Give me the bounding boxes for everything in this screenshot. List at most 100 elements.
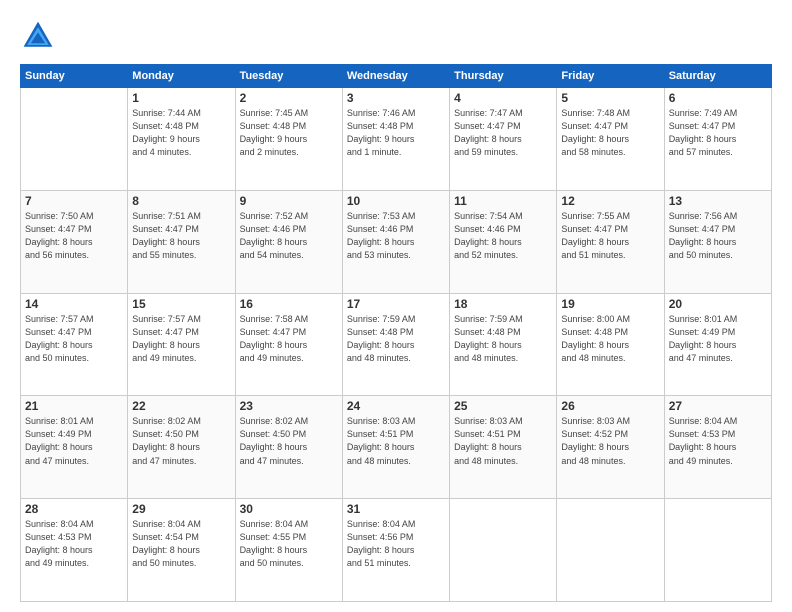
- day-number: 12: [561, 194, 659, 208]
- calendar-cell: 14Sunrise: 7:57 AMSunset: 4:47 PMDayligh…: [21, 293, 128, 396]
- week-row-2: 7 Sunrise: 7:50 AMSunset: 4:47 PMDaylight…: [21, 190, 772, 293]
- calendar-cell: 5 Sunrise: 7:48 AMSunset: 4:47 PMDaylight…: [557, 88, 664, 191]
- day-info: Sunrise: 7:57 AMSunset: 4:47 PMDaylight:…: [132, 313, 230, 365]
- day-info: Sunrise: 8:04 AMSunset: 4:53 PMDaylight:…: [669, 415, 767, 467]
- week-row-4: 21Sunrise: 8:01 AMSunset: 4:49 PMDayligh…: [21, 396, 772, 499]
- calendar-cell: 23 Sunrise: 8:02 AMSunset: 4:50 PMDayligh…: [235, 396, 342, 499]
- day-info: Sunrise: 7:51 AMSunset: 4:47 PMDaylight:…: [132, 210, 230, 262]
- calendar-cell: 26 Sunrise: 8:03 AMSunset: 4:52 PMDayligh…: [557, 396, 664, 499]
- header: [20, 18, 772, 54]
- calendar-cell: 22Sunrise: 8:02 AMSunset: 4:50 PMDayligh…: [128, 396, 235, 499]
- calendar-table: SundayMondayTuesdayWednesdayThursdayFrid…: [20, 64, 772, 602]
- weekday-thursday: Thursday: [450, 65, 557, 88]
- day-info: Sunrise: 7:46 AMSunset: 4:48 PMDaylight:…: [347, 107, 445, 159]
- day-info: Sunrise: 8:02 AMSunset: 4:50 PMDaylight:…: [240, 415, 338, 467]
- calendar-cell: 19 Sunrise: 8:00 AMSunset: 4:48 PMDayligh…: [557, 293, 664, 396]
- day-info: Sunrise: 7:50 AMSunset: 4:47 PMDaylight:…: [25, 210, 123, 262]
- weekday-monday: Monday: [128, 65, 235, 88]
- calendar-cell: [664, 499, 771, 602]
- day-number: 26: [561, 399, 659, 413]
- day-number: 31: [347, 502, 445, 516]
- day-info: Sunrise: 7:54 AMSunset: 4:46 PMDaylight:…: [454, 210, 552, 262]
- day-info: Sunrise: 7:55 AMSunset: 4:47 PMDaylight:…: [561, 210, 659, 262]
- day-number: 14: [25, 297, 123, 311]
- calendar-cell: 28 Sunrise: 8:04 AMSunset: 4:53 PMDayligh…: [21, 499, 128, 602]
- calendar-cell: 3 Sunrise: 7:46 AMSunset: 4:48 PMDaylight…: [342, 88, 449, 191]
- day-info: Sunrise: 7:48 AMSunset: 4:47 PMDaylight:…: [561, 107, 659, 159]
- day-number: 2: [240, 91, 338, 105]
- day-number: 17: [347, 297, 445, 311]
- day-info: Sunrise: 8:01 AMSunset: 4:49 PMDaylight:…: [669, 313, 767, 365]
- day-info: Sunrise: 8:03 AMSunset: 4:51 PMDaylight:…: [347, 415, 445, 467]
- calendar-cell: 7 Sunrise: 7:50 AMSunset: 4:47 PMDaylight…: [21, 190, 128, 293]
- calendar-cell: 9 Sunrise: 7:52 AMSunset: 4:46 PMDaylight…: [235, 190, 342, 293]
- day-number: 3: [347, 91, 445, 105]
- day-number: 7: [25, 194, 123, 208]
- calendar-cell: 6 Sunrise: 7:49 AMSunset: 4:47 PMDaylight…: [664, 88, 771, 191]
- week-row-5: 28 Sunrise: 8:04 AMSunset: 4:53 PMDayligh…: [21, 499, 772, 602]
- day-info: Sunrise: 7:47 AMSunset: 4:47 PMDaylight:…: [454, 107, 552, 159]
- calendar-cell: 17 Sunrise: 7:59 AMSunset: 4:48 PMDayligh…: [342, 293, 449, 396]
- calendar-cell: 29Sunrise: 8:04 AMSunset: 4:54 PMDayligh…: [128, 499, 235, 602]
- calendar-cell: [450, 499, 557, 602]
- day-info: Sunrise: 7:58 AMSunset: 4:47 PMDaylight:…: [240, 313, 338, 365]
- day-info: Sunrise: 8:03 AMSunset: 4:51 PMDaylight:…: [454, 415, 552, 467]
- calendar-cell: 11Sunrise: 7:54 AMSunset: 4:46 PMDayligh…: [450, 190, 557, 293]
- calendar-cell: 12 Sunrise: 7:55 AMSunset: 4:47 PMDayligh…: [557, 190, 664, 293]
- day-number: 9: [240, 194, 338, 208]
- day-info: Sunrise: 8:00 AMSunset: 4:48 PMDaylight:…: [561, 313, 659, 365]
- day-info: Sunrise: 8:04 AMSunset: 4:54 PMDaylight:…: [132, 518, 230, 570]
- day-number: 13: [669, 194, 767, 208]
- calendar-cell: 4 Sunrise: 7:47 AMSunset: 4:47 PMDaylight…: [450, 88, 557, 191]
- weekday-sunday: Sunday: [21, 65, 128, 88]
- day-number: 5: [561, 91, 659, 105]
- day-number: 25: [454, 399, 552, 413]
- calendar-cell: 13 Sunrise: 7:56 AMSunset: 4:47 PMDayligh…: [664, 190, 771, 293]
- day-info: Sunrise: 7:45 AMSunset: 4:48 PMDaylight:…: [240, 107, 338, 159]
- day-number: 15: [132, 297, 230, 311]
- day-number: 30: [240, 502, 338, 516]
- weekday-friday: Friday: [557, 65, 664, 88]
- day-info: Sunrise: 7:56 AMSunset: 4:47 PMDaylight:…: [669, 210, 767, 262]
- day-number: 10: [347, 194, 445, 208]
- day-info: Sunrise: 7:52 AMSunset: 4:46 PMDaylight:…: [240, 210, 338, 262]
- day-info: Sunrise: 8:04 AMSunset: 4:53 PMDaylight:…: [25, 518, 123, 570]
- day-number: 1: [132, 91, 230, 105]
- weekday-header-row: SundayMondayTuesdayWednesdayThursdayFrid…: [21, 65, 772, 88]
- day-number: 23: [240, 399, 338, 413]
- calendar-cell: 15 Sunrise: 7:57 AMSunset: 4:47 PMDayligh…: [128, 293, 235, 396]
- day-info: Sunrise: 8:03 AMSunset: 4:52 PMDaylight:…: [561, 415, 659, 467]
- day-info: Sunrise: 7:49 AMSunset: 4:47 PMDaylight:…: [669, 107, 767, 159]
- logo-icon: [20, 18, 56, 54]
- day-number: 6: [669, 91, 767, 105]
- day-number: 18: [454, 297, 552, 311]
- calendar-cell: 18 Sunrise: 7:59 AMSunset: 4:48 PMDayligh…: [450, 293, 557, 396]
- day-info: Sunrise: 7:53 AMSunset: 4:46 PMDaylight:…: [347, 210, 445, 262]
- week-row-3: 14 Sunrise: 7:57 AMSunset: 4:47 PMDayligh…: [21, 293, 772, 396]
- day-number: 28: [25, 502, 123, 516]
- day-number: 22: [132, 399, 230, 413]
- day-info: Sunrise: 7:59 AMSunset: 4:48 PMDaylight:…: [347, 313, 445, 365]
- calendar-cell: 24Sunrise: 8:03 AMSunset: 4:51 PMDayligh…: [342, 396, 449, 499]
- day-info: Sunrise: 7:44 AMSunset: 4:48 PMDaylight:…: [132, 107, 230, 159]
- weekday-wednesday: Wednesday: [342, 65, 449, 88]
- logo: [20, 18, 60, 54]
- calendar-cell: 21Sunrise: 8:01 AMSunset: 4:49 PMDayligh…: [21, 396, 128, 499]
- weekday-tuesday: Tuesday: [235, 65, 342, 88]
- day-number: 21: [25, 399, 123, 413]
- calendar-cell: [21, 88, 128, 191]
- day-number: 8: [132, 194, 230, 208]
- page: SundayMondayTuesdayWednesdayThursdayFrid…: [0, 0, 792, 612]
- day-info: Sunrise: 7:59 AMSunset: 4:48 PMDaylight:…: [454, 313, 552, 365]
- calendar-cell: 16Sunrise: 7:58 AMSunset: 4:47 PMDayligh…: [235, 293, 342, 396]
- calendar-cell: [557, 499, 664, 602]
- calendar-cell: 31Sunrise: 8:04 AMSunset: 4:56 PMDayligh…: [342, 499, 449, 602]
- day-number: 20: [669, 297, 767, 311]
- calendar-cell: 27Sunrise: 8:04 AMSunset: 4:53 PMDayligh…: [664, 396, 771, 499]
- calendar-cell: 1 Sunrise: 7:44 AMSunset: 4:48 PMDaylight…: [128, 88, 235, 191]
- day-info: Sunrise: 8:04 AMSunset: 4:55 PMDaylight:…: [240, 518, 338, 570]
- day-number: 4: [454, 91, 552, 105]
- day-number: 19: [561, 297, 659, 311]
- calendar-cell: 25 Sunrise: 8:03 AMSunset: 4:51 PMDayligh…: [450, 396, 557, 499]
- week-row-1: 1 Sunrise: 7:44 AMSunset: 4:48 PMDaylight…: [21, 88, 772, 191]
